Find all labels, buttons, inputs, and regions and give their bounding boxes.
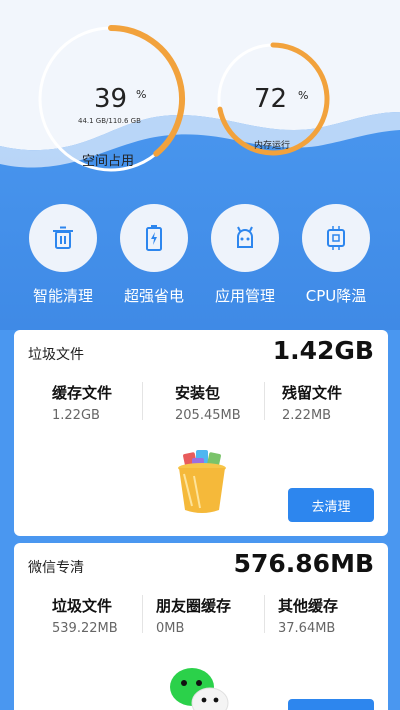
- stat-label: 安装包: [175, 384, 221, 402]
- stat-value: 1.22GB: [52, 408, 100, 423]
- wechat-card-title: 微信专清: [28, 560, 84, 576]
- wechat-clean-button[interactable]: [288, 699, 374, 710]
- android-icon: [237, 226, 253, 248]
- wechat-clean-card: 微信专清 576.86MB 垃圾文件 539.22MB 朋友圈缓存 0MB 其他…: [14, 543, 388, 710]
- stat-divider: [142, 595, 143, 633]
- storage-percent-value: 39: [94, 84, 128, 114]
- tool-smart-clean-label: 智能清理: [32, 287, 93, 305]
- junk-card-total: 1.42GB: [272, 336, 374, 365]
- storage-gauge[interactable]: 39 % 44.1 GB/110.6 GB 空间占用: [36, 24, 186, 174]
- stat-value: 205.45MB: [175, 408, 241, 423]
- tool-power-saving-label: 超强省电: [123, 287, 184, 305]
- memory-percent-unit: %: [298, 89, 309, 102]
- wechat-icon: [170, 668, 229, 710]
- storage-label: 空间占用: [82, 154, 135, 169]
- tool-app-management-circle: [211, 204, 279, 272]
- tool-smart-clean-circle: [29, 204, 97, 272]
- stat-divider: [142, 382, 143, 420]
- trash-bin-illustration: [178, 450, 226, 513]
- tool-smart-clean[interactable]: 智能清理: [18, 204, 108, 306]
- tool-app-management-label: 应用管理: [214, 287, 275, 305]
- tool-cpu-cooling[interactable]: CPU降温: [291, 204, 381, 306]
- stat-residual-files: 残留文件 2.22MB: [282, 382, 394, 423]
- stat-label: 残留文件: [282, 384, 343, 402]
- stat-label: 其他缓存: [278, 597, 339, 615]
- stat-value: 2.22MB: [282, 408, 332, 423]
- memory-label: 内存运行: [254, 141, 291, 151]
- tool-app-management[interactable]: 应用管理: [200, 204, 290, 306]
- stat-other-cache: 其他缓存 37.64MB: [278, 595, 390, 636]
- junk-files-card: 垃圾文件 1.42GB 缓存文件 1.22GB 安装包 205.45MB 残留文…: [14, 330, 388, 536]
- memory-percent-value: 72: [254, 84, 288, 114]
- stat-label: 缓存文件: [52, 384, 113, 402]
- wechat-card-total: 576.86MB: [233, 549, 374, 578]
- tool-power-saving[interactable]: 超强省电: [109, 204, 199, 306]
- cpu-chip-icon: [327, 226, 345, 250]
- memory-gauge[interactable]: 72 % 内存运行: [216, 42, 330, 156]
- battery-icon: [146, 225, 162, 251]
- stat-cache-files: 缓存文件 1.22GB: [52, 382, 164, 423]
- stat-label: 垃圾文件: [52, 597, 113, 615]
- storage-detail: 44.1 GB/110.6 GB: [78, 117, 141, 125]
- storage-percent-unit: %: [136, 88, 147, 101]
- stat-value: 0MB: [156, 621, 185, 636]
- stat-value: 37.64MB: [278, 621, 336, 636]
- trash-icon: [53, 226, 73, 249]
- stat-moments-cache: 朋友圈缓存 0MB: [156, 595, 268, 636]
- go-clean-button[interactable]: 去清理: [288, 488, 374, 522]
- stat-install-packages: 安装包 205.45MB: [175, 382, 287, 423]
- stat-divider: [264, 595, 265, 633]
- tool-power-saving-circle: [120, 204, 188, 272]
- tool-cpu-cooling-label: CPU降温: [305, 287, 367, 305]
- tool-cpu-cooling-circle: [302, 204, 370, 272]
- junk-card-title: 垃圾文件: [28, 347, 84, 363]
- stat-divider: [264, 382, 265, 420]
- stat-value: 539.22MB: [52, 621, 118, 636]
- stat-wechat-junk: 垃圾文件 539.22MB: [52, 595, 164, 636]
- stat-label: 朋友圈缓存: [156, 597, 232, 615]
